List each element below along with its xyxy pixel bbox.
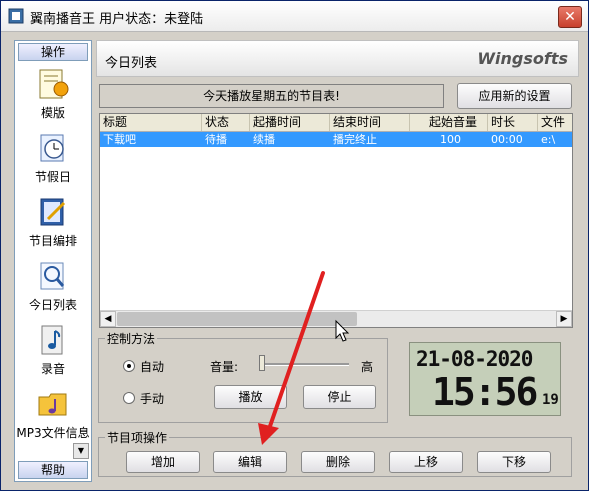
schedule-edit-icon: [40, 198, 66, 226]
sidebar-item-record[interactable]: 录音: [15, 323, 91, 377]
panel-header: 今日列表 Wingsofts: [96, 40, 579, 77]
sidebar-item-label: 节假日: [34, 170, 71, 184]
sidebar-item-label: 录音: [40, 362, 65, 376]
sidebar-header-operations[interactable]: 操作: [18, 43, 88, 61]
auto-radio[interactable]: [123, 360, 135, 372]
move-down-button[interactable]: 下移: [477, 451, 551, 473]
lcd-clock: 21-08-2020 15:56 19: [409, 342, 561, 416]
volume-slider[interactable]: [263, 363, 349, 366]
sidebar-item-mp3-info[interactable]: MP3文件信息: [15, 387, 91, 441]
today-list-icon: [40, 262, 65, 290]
close-button[interactable]: ✕: [558, 6, 582, 28]
play-button[interactable]: 播放: [214, 385, 287, 409]
sidebar-item-holiday[interactable]: 节假日: [15, 131, 91, 185]
program-table[interactable]: 标题 状态 起播时间 结束时间 起始音量 时长 文件 下载吧 待播 续播 播完终…: [99, 113, 573, 328]
control-method-group: 控制方法 自动 手动 音量: 高 播放 停止: [98, 330, 388, 423]
horizontal-scrollbar[interactable]: ◀ ▶: [100, 310, 572, 327]
today-notice: 今天播放星期五的节目表!: [99, 84, 444, 108]
column-header[interactable]: 结束时间: [330, 114, 410, 131]
column-header[interactable]: 文件: [538, 114, 572, 131]
auto-radio-label[interactable]: 自动: [140, 358, 164, 375]
clock-time: 15:56: [432, 370, 538, 414]
title-bar[interactable]: 翼南播音王 用户状态：未登陆 ✕: [1, 1, 588, 32]
clock-date: 21-08-2020: [416, 347, 533, 371]
table-cell: 播完终止: [333, 133, 377, 146]
volume-slider-thumb[interactable]: [259, 355, 265, 371]
move-up-button[interactable]: 上移: [389, 451, 463, 473]
table-cell: 100: [440, 133, 461, 146]
edit-button[interactable]: 编辑: [213, 451, 287, 473]
column-header[interactable]: 状态: [202, 114, 250, 131]
main-window: 翼南播音王 用户状态：未登陆 ✕ 操作 模版 节假日 节目编排 今日列表 录音 …: [0, 0, 589, 491]
sidebar-item-label: MP3文件信息: [16, 426, 90, 440]
main-panel: 今日列表 Wingsofts 今天播放星期五的节目表! 应用新的设置 标题 状态…: [96, 40, 579, 480]
add-button[interactable]: 增加: [126, 451, 200, 473]
table-cell: e:\: [541, 133, 556, 146]
clock-seconds: 19: [542, 392, 559, 408]
stop-button[interactable]: 停止: [303, 385, 376, 409]
column-header[interactable]: 起始音量: [410, 114, 488, 131]
sidebar-item-label: 节目编排: [28, 234, 77, 248]
apply-settings-button[interactable]: 应用新的设置: [457, 83, 572, 109]
table-row[interactable]: 下载吧 待播 续播 播完终止 100 00:00 e:\: [100, 132, 572, 147]
program-item-ops-label: 节目项操作: [105, 429, 170, 446]
sidebar-item-label: 模版: [40, 106, 65, 120]
control-method-label: 控制方法: [105, 330, 158, 347]
page-title: 今日列表: [105, 56, 158, 71]
volume-label: 音量:: [210, 360, 239, 374]
folder-music-icon: [38, 393, 67, 416]
volume-high-label: 高: [361, 360, 374, 374]
scroll-right-icon[interactable]: ▶: [556, 311, 572, 327]
sidebar-item-template[interactable]: 模版: [15, 67, 91, 121]
app-icon: [8, 8, 24, 24]
manual-radio-label[interactable]: 手动: [140, 390, 164, 407]
column-header[interactable]: 时长: [488, 114, 538, 131]
table-cell: 待播: [205, 133, 227, 146]
table-cell: 续播: [253, 133, 275, 146]
program-item-ops-group: 节目项操作 增加 编辑 删除 上移 下移: [98, 429, 572, 477]
delete-button[interactable]: 删除: [301, 451, 375, 473]
sidebar-item-label: 今日列表: [28, 298, 77, 312]
scroll-left-icon[interactable]: ◀: [100, 311, 116, 327]
table-cell: 下载吧: [103, 133, 136, 146]
clock-icon: [40, 134, 64, 162]
client-area: 操作 模版 节假日 节目编排 今日列表 录音 MP3文件信息 ▼ 帮助 今日列表…: [5, 34, 584, 487]
sidebar-scroll-down-icon[interactable]: ▼: [73, 443, 89, 459]
column-header[interactable]: 标题: [100, 114, 202, 131]
music-note-icon: [41, 325, 63, 355]
table-header: 标题 状态 起播时间 结束时间 起始音量 时长 文件: [100, 114, 572, 132]
sidebar-item-today-list[interactable]: 今日列表: [15, 259, 91, 313]
window-title: 翼南播音王 用户状态：未登陆: [30, 12, 204, 27]
sidebar: 操作 模版 节假日 节目编排 今日列表 录音 MP3文件信息 ▼ 帮助: [14, 40, 92, 482]
manual-radio[interactable]: [123, 392, 135, 404]
column-header[interactable]: 起播时间: [250, 114, 330, 131]
sidebar-help-button[interactable]: 帮助: [18, 461, 88, 479]
template-icon: [39, 69, 69, 99]
table-cell: 00:00: [491, 133, 523, 146]
scroll-thumb[interactable]: [117, 312, 357, 326]
sidebar-item-program-schedule[interactable]: 节目编排: [15, 195, 91, 249]
brand-logo: Wingsofts: [477, 49, 568, 68]
